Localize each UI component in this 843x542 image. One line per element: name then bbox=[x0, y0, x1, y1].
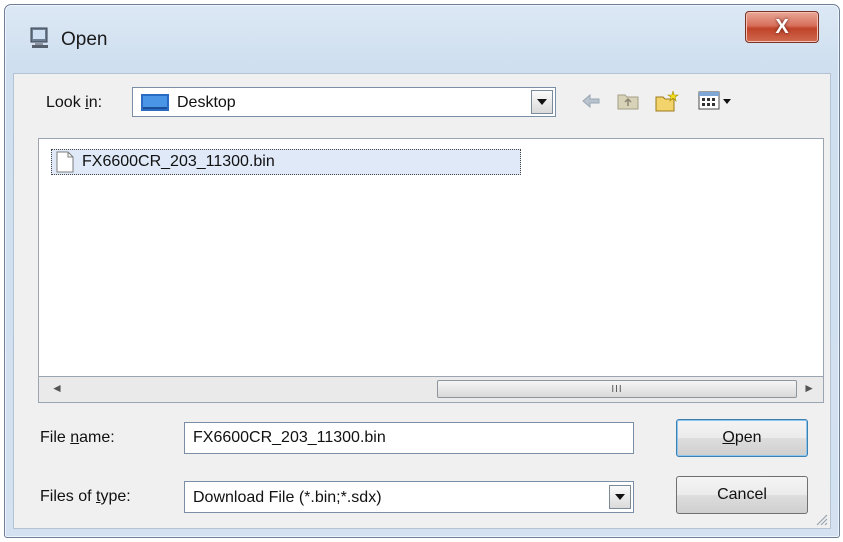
file-item[interactable]: FX6600CR_203_11300.bin bbox=[51, 149, 521, 175]
file-name-input[interactable] bbox=[184, 422, 634, 454]
look-in-label: Look in: bbox=[46, 94, 103, 111]
window-title: Open bbox=[61, 29, 108, 50]
close-icon: X bbox=[775, 15, 789, 38]
scroll-left-icon[interactable]: ◄ bbox=[51, 381, 63, 395]
desktop-icon bbox=[141, 94, 169, 111]
dialog-body: Look in: Desktop FX6600CR_203_11300.bin … bbox=[13, 73, 831, 529]
up-folder-icon[interactable] bbox=[616, 90, 640, 112]
horizontal-scrollbar[interactable]: ◄ III ► bbox=[38, 377, 824, 403]
new-folder-icon[interactable] bbox=[654, 90, 680, 114]
cancel-button[interactable]: Cancel bbox=[676, 476, 808, 514]
view-menu-icon[interactable] bbox=[698, 90, 734, 112]
files-of-type-dropdown-button[interactable] bbox=[609, 485, 631, 509]
close-button[interactable]: X bbox=[745, 11, 819, 43]
open-button[interactable]: Open bbox=[676, 419, 808, 457]
file-name-label: File name: bbox=[40, 429, 115, 446]
scroll-right-icon[interactable]: ► bbox=[803, 381, 815, 395]
file-icon bbox=[56, 151, 74, 173]
chevron-down-icon bbox=[537, 99, 547, 105]
look-in-dropdown-button[interactable] bbox=[531, 90, 553, 114]
app-icon bbox=[30, 27, 48, 48]
look-in-dropdown[interactable]: Desktop bbox=[132, 87, 556, 117]
files-of-type-value: Download File (*.bin;*.sdx) bbox=[193, 489, 382, 506]
files-of-type-dropdown[interactable]: Download File (*.bin;*.sdx) bbox=[184, 481, 634, 513]
open-dialog: Open X Look in: Desktop FX6600CR_203_113… bbox=[4, 4, 840, 538]
scrollbar-thumb[interactable]: III bbox=[437, 380, 797, 398]
file-name: FX6600CR_203_11300.bin bbox=[82, 153, 275, 170]
resize-grip-icon[interactable] bbox=[814, 512, 828, 526]
look-in-value: Desktop bbox=[177, 94, 236, 111]
files-of-type-label: Files of type: bbox=[40, 488, 131, 505]
chevron-down-icon bbox=[615, 494, 625, 500]
back-arrow-icon[interactable] bbox=[580, 90, 602, 112]
file-list[interactable]: FX6600CR_203_11300.bin bbox=[38, 138, 824, 377]
title-bar[interactable]: Open X bbox=[5, 5, 839, 73]
